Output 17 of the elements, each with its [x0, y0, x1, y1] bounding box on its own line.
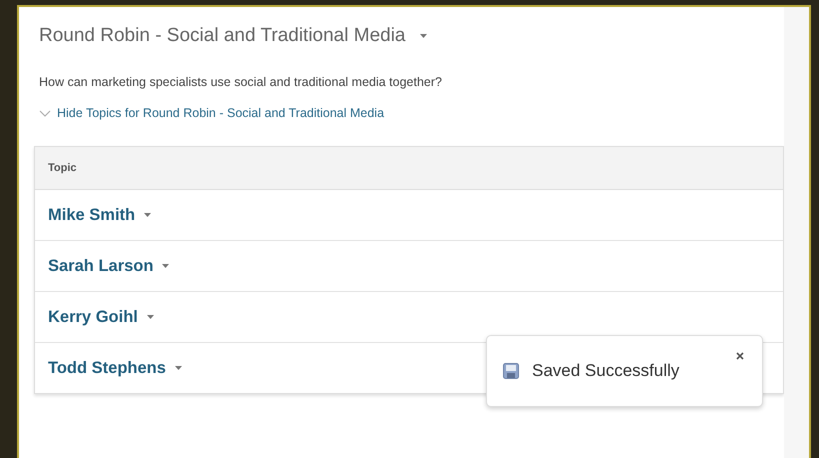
toast-message: Saved Successfully	[532, 361, 680, 381]
caret-icon[interactable]	[146, 315, 154, 319]
column-header: Topic	[48, 162, 77, 174]
chevron-icon[interactable]	[39, 110, 51, 116]
topic-name[interactable]: Mike Smith	[48, 206, 136, 224]
caret-icon[interactable]	[144, 213, 152, 217]
close-icon[interactable]	[736, 352, 744, 360]
page-title: Round Robin - Social and Traditional Media	[39, 25, 406, 47]
hide-topics-link[interactable]: Hide Topics for Round Robin - Social and Traditional Media	[57, 106, 384, 120]
topic-name[interactable]: Todd Stephens	[48, 358, 166, 378]
topic-name[interactable]: Kerry Goihl	[48, 308, 138, 326]
caret-icon[interactable]	[174, 366, 182, 370]
topic-name[interactable]: Sarah Larson	[48, 256, 154, 276]
description-text: How can marketing specialists use social and traditional media together?	[39, 75, 443, 89]
save-icon	[503, 363, 519, 379]
caret-icon[interactable]	[162, 264, 170, 268]
caret-icon[interactable]	[420, 34, 426, 38]
